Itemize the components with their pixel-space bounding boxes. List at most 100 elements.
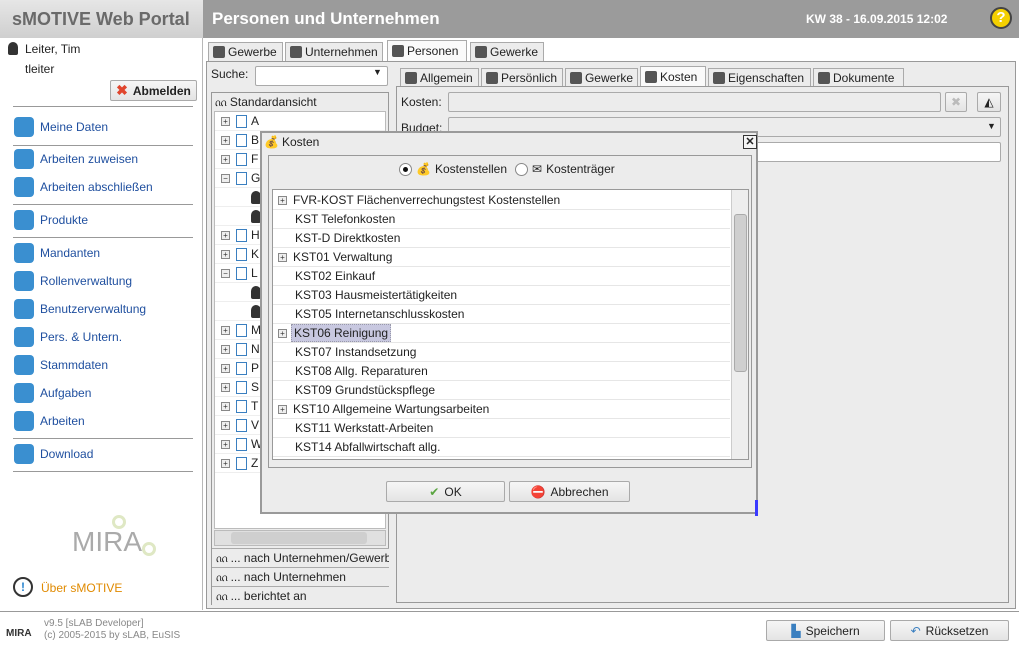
- help-icon[interactable]: ?: [990, 7, 1012, 29]
- cost-row[interactable]: + KST10 Allgemeine Wartungsarbeiten: [273, 400, 730, 419]
- cost-row[interactable]: KST11 Werkstatt-Arbeiten: [273, 419, 730, 438]
- close-icon: ✖: [116, 82, 128, 98]
- user-login: tleiter: [25, 62, 55, 76]
- expand-icon[interactable]: +: [221, 439, 230, 449]
- tree-row[interactable]: + A: [215, 112, 385, 131]
- expand-icon[interactable]: +: [221, 135, 230, 145]
- close-dialog-button[interactable]: ✕: [743, 135, 757, 149]
- view-option[interactable]: ᦶ... berichtet an: [212, 586, 389, 605]
- tab-icon: [645, 71, 657, 83]
- expand-icon[interactable]: +: [221, 230, 230, 240]
- sidebar-item[interactable]: Pers. & Untern.: [14, 327, 122, 347]
- scrollbar-thumb[interactable]: [734, 214, 747, 372]
- sidebar-item[interactable]: Produkte: [14, 210, 88, 230]
- divider: [13, 145, 193, 146]
- logout-button[interactable]: ✖ Abmelden: [110, 80, 197, 101]
- cost-row[interactable]: KST09 Grundstückspflege: [273, 381, 730, 400]
- view-label: ... berichtet an: [230, 589, 307, 603]
- search-input[interactable]: [255, 66, 388, 86]
- view-option[interactable]: ᦶ... nach Unternehmen: [212, 567, 389, 586]
- cost-label: KST11 Werkstatt-Arbeiten: [295, 421, 434, 435]
- ok-label: OK: [444, 484, 462, 499]
- tab-unternehmen[interactable]: Unternehmen: [285, 42, 383, 61]
- user-icon: [14, 117, 34, 137]
- expand-icon[interactable]: +: [278, 404, 287, 414]
- radio-kostentraeger[interactable]: [515, 162, 528, 176]
- view-option[interactable]: ᦶ... nach Unternehmen/Gewerbe: [212, 548, 389, 567]
- sidebar-item[interactable]: Arbeiten abschließen: [14, 177, 153, 197]
- sidebar-item[interactable]: Arbeiten: [14, 411, 85, 431]
- cost-row[interactable]: KST14 Abfallwirtschaft allg.: [273, 438, 730, 457]
- cost-row[interactable]: KST05 Internetanschlusskosten: [273, 305, 730, 324]
- tab-eigenschaften[interactable]: Eigenschaften: [708, 68, 811, 87]
- sidebar-item[interactable]: Rollenverwaltung: [14, 271, 132, 291]
- cancel-label: Abbrechen: [550, 484, 609, 499]
- cost-row[interactable]: KST08 Allg. Reparaturen: [273, 362, 730, 381]
- ok-button[interactable]: ✔ OK: [386, 481, 505, 502]
- cost-row[interactable]: KST-D Direktkosten: [273, 229, 730, 248]
- mira-logo: MIRA: [72, 526, 142, 557]
- tab-allgemein[interactable]: Allgemein: [400, 68, 479, 87]
- expand-icon[interactable]: +: [221, 116, 230, 126]
- copyright-text: (c) 2005-2015 by sLAB, EuSIS: [44, 630, 181, 641]
- clear-button[interactable]: ✖: [945, 92, 967, 112]
- expand-icon[interactable]: +: [221, 420, 230, 430]
- tab-gewerke[interactable]: Gewerke: [565, 68, 638, 87]
- cost-row[interactable]: KST07 Instandsetzung: [273, 343, 730, 362]
- expand-icon[interactable]: +: [278, 252, 287, 262]
- expand-icon[interactable]: +: [221, 363, 230, 373]
- check-icon: ✔: [429, 484, 440, 499]
- tab-gewerke[interactable]: Gewerke: [470, 42, 544, 61]
- user-icon: [8, 42, 18, 55]
- cost-row[interactable]: + KST06 Reinigung: [273, 324, 730, 343]
- tab-kosten[interactable]: Kosten: [640, 66, 706, 87]
- sidebar-item[interactable]: Mandanten: [14, 243, 100, 263]
- sidebar-item-label: Produkte: [40, 213, 89, 227]
- cost-row[interactable]: + FVR-KOST Flächenverrechungstest Kostens…: [273, 191, 730, 210]
- sidebar-item[interactable]: Download: [14, 444, 93, 464]
- sidebar-item-label: Benutzerverwaltung: [40, 302, 147, 316]
- sidebar-item[interactable]: Arbeiten zuweisen: [14, 149, 138, 169]
- divider: [13, 471, 193, 472]
- expand-icon[interactable]: −: [221, 268, 230, 278]
- expand-icon[interactable]: −: [221, 173, 230, 183]
- reset-button[interactable]: ↶ Rücksetzen: [890, 620, 1009, 641]
- expand-icon[interactable]: +: [221, 458, 230, 468]
- cost-row[interactable]: KST03 Hausmeistertätigkeiten: [273, 286, 730, 305]
- expand-icon[interactable]: +: [221, 382, 230, 392]
- expand-icon[interactable]: +: [278, 328, 287, 338]
- select-cost-button[interactable]: ◭: [977, 92, 1001, 112]
- tab-personen[interactable]: Personen: [387, 40, 467, 61]
- save-button[interactable]: ▙ Speichern: [766, 620, 885, 641]
- chevron-down-icon[interactable]: ▼: [373, 67, 382, 77]
- chevron-down-icon[interactable]: ▼: [987, 121, 996, 131]
- horizontal-scrollbar[interactable]: [214, 530, 386, 546]
- scrollbar-thumb[interactable]: [231, 532, 367, 544]
- cost-row[interactable]: KST Telefonkosten: [273, 210, 730, 229]
- expand-icon[interactable]: +: [221, 344, 230, 354]
- sidebar-item[interactable]: Stammdaten: [14, 355, 108, 375]
- expand-icon[interactable]: +: [221, 401, 230, 411]
- cost-label: KST09 Grundstückspflege: [295, 383, 436, 397]
- tab-gewerbe[interactable]: Gewerbe: [208, 42, 283, 61]
- sidebar-item-label: Arbeiten abschließen: [40, 180, 153, 194]
- vertical-scrollbar[interactable]: [731, 190, 748, 459]
- sidebar-item[interactable]: Aufgaben: [14, 383, 91, 403]
- cancel-button[interactable]: ⛔ Abbrechen: [509, 481, 630, 502]
- radio-kostenstellen[interactable]: [399, 162, 412, 176]
- expand-icon[interactable]: +: [221, 154, 230, 164]
- users-icon: [14, 299, 34, 319]
- cost-row[interactable]: KST02 Einkauf: [273, 267, 730, 286]
- about-link[interactable]: Über sMOTIVE: [41, 581, 122, 595]
- expand-icon[interactable]: +: [278, 195, 287, 205]
- tab-persönlich[interactable]: Persönlich: [481, 68, 563, 87]
- tab-dokumente[interactable]: Dokumente: [813, 68, 904, 87]
- expand-icon[interactable]: +: [221, 325, 230, 335]
- cost-row[interactable]: + KST01 Verwaltung: [273, 248, 730, 267]
- glasses-icon: ᦶ: [216, 550, 228, 565]
- sidebar-item[interactable]: Meine Daten: [14, 117, 108, 137]
- sidebar-item[interactable]: Benutzerverwaltung: [14, 299, 146, 319]
- expand-icon[interactable]: +: [221, 249, 230, 259]
- kosten-field[interactable]: [448, 92, 941, 112]
- tab-icon: [818, 72, 830, 84]
